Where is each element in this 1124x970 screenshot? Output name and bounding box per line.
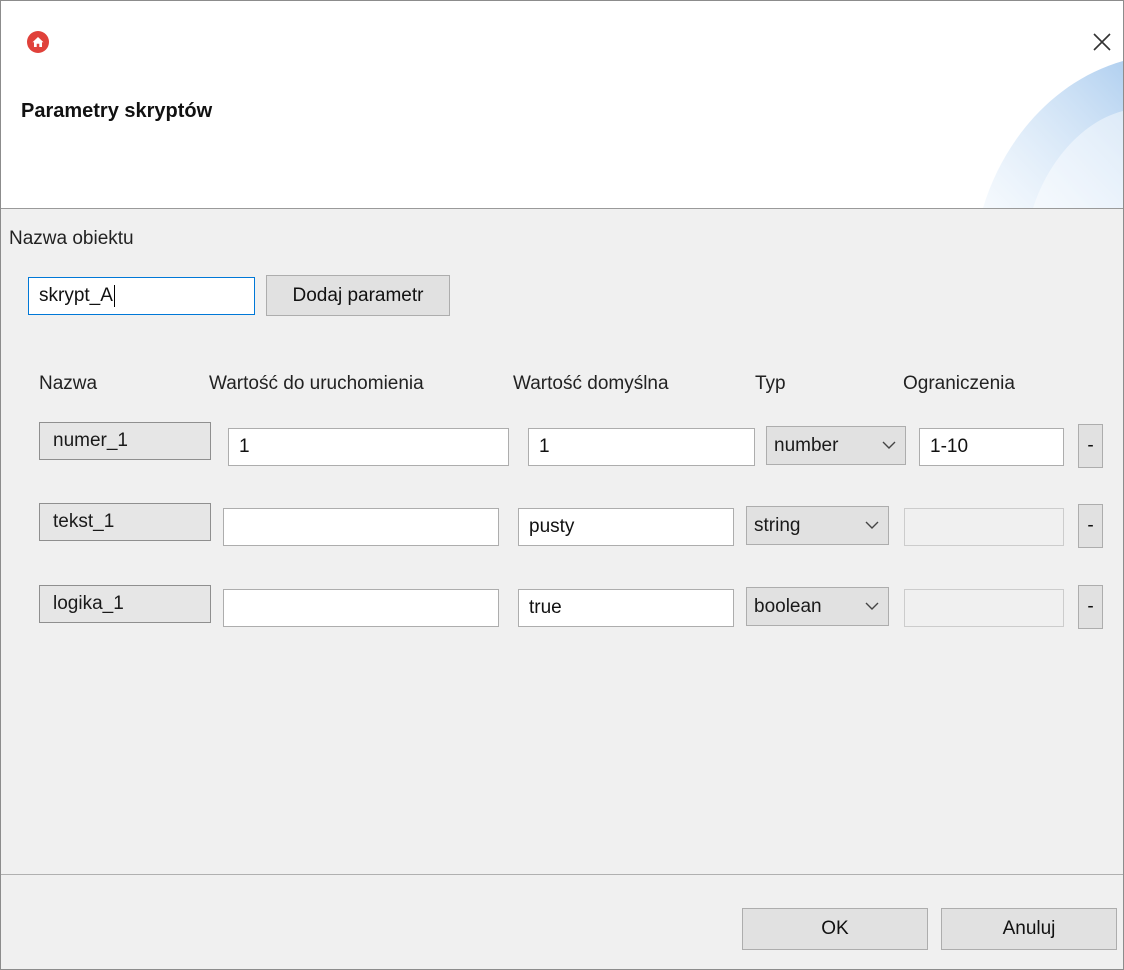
column-header-type: Typ — [755, 373, 786, 394]
param-default-value-input[interactable]: true — [518, 589, 734, 627]
footer-divider — [1, 874, 1123, 875]
param-run-value-input[interactable] — [223, 508, 499, 546]
param-type-value: boolean — [754, 595, 822, 617]
param-run-value-input[interactable] — [223, 589, 499, 627]
param-run-value-input[interactable]: 1 — [228, 428, 509, 466]
dialog-header: Parametry skryptów — [1, 1, 1123, 209]
param-type-select[interactable]: string — [746, 506, 889, 545]
param-name-field: numer_1 — [39, 422, 211, 460]
dialog-window: Parametry skryptów Nazwa obiektu skrypt_… — [0, 0, 1124, 970]
close-icon — [1093, 33, 1111, 51]
param-constraints-input[interactable]: 1-10 — [919, 428, 1064, 466]
home-icon — [27, 31, 49, 53]
close-button[interactable] — [1087, 27, 1117, 57]
param-default-value-input[interactable]: 1 — [528, 428, 755, 466]
chevron-down-icon — [865, 521, 879, 529]
param-name-field: logika_1 — [39, 585, 211, 623]
object-name-input[interactable]: skrypt_A — [28, 277, 255, 315]
column-header-run-value: Wartość do uruchomienia — [209, 373, 424, 394]
ok-button[interactable]: OK — [742, 908, 928, 950]
dialog-title: Parametry skryptów — [21, 100, 213, 122]
object-name-label: Nazwa obiektu — [9, 228, 134, 249]
param-default-value-input[interactable]: pusty — [518, 508, 734, 546]
chevron-down-icon — [865, 602, 879, 610]
text-caret — [113, 285, 115, 307]
remove-parameter-button[interactable]: - — [1078, 504, 1103, 548]
remove-parameter-button[interactable]: - — [1078, 585, 1103, 629]
chevron-down-icon — [882, 441, 896, 449]
param-type-select[interactable]: number — [766, 426, 906, 465]
remove-parameter-button[interactable]: - — [1078, 424, 1103, 468]
add-parameter-button[interactable]: Dodaj parametr — [266, 275, 450, 316]
param-constraints-input[interactable] — [904, 508, 1064, 546]
param-type-select[interactable]: boolean — [746, 587, 889, 626]
column-header-default-value: Wartość domyślna — [513, 373, 669, 394]
cancel-button[interactable]: Anuluj — [941, 908, 1117, 950]
object-name-value: skrypt_A — [39, 285, 113, 306]
column-header-constraints: Ograniczenia — [903, 373, 1015, 394]
param-type-value: string — [754, 514, 801, 536]
column-header-name: Nazwa — [39, 373, 98, 394]
param-type-value: number — [774, 434, 839, 456]
param-constraints-input[interactable] — [904, 589, 1064, 627]
param-name-field: tekst_1 — [39, 503, 211, 541]
